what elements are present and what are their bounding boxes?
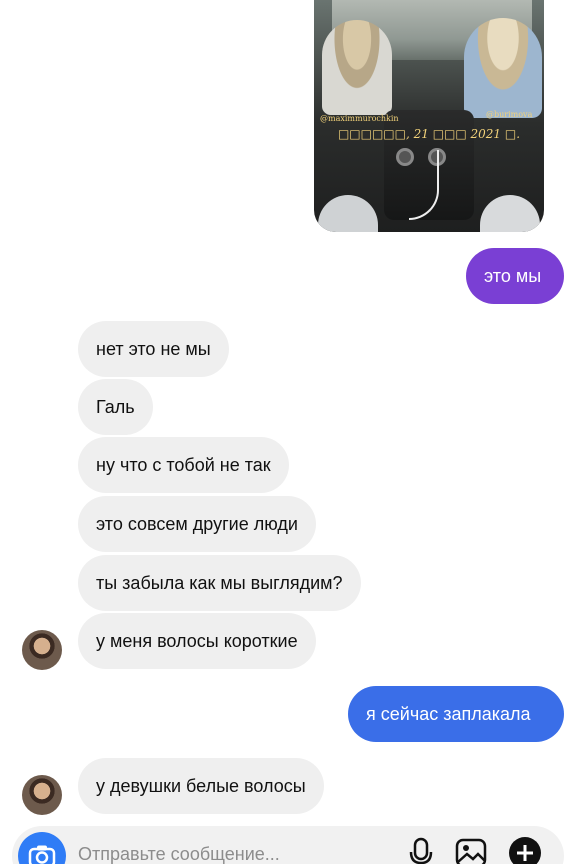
message-incoming[interactable]: нет это не мы bbox=[78, 321, 229, 377]
message-incoming[interactable]: Галь bbox=[78, 379, 153, 435]
photo-seat-left bbox=[318, 195, 378, 232]
camera-button[interactable] bbox=[18, 832, 66, 864]
message-outgoing[interactable]: я сейчас заплакала bbox=[348, 686, 564, 742]
message-input[interactable] bbox=[78, 844, 378, 864]
message-outgoing[interactable]: это мы bbox=[466, 248, 564, 304]
camera-icon bbox=[28, 845, 56, 864]
message-composer bbox=[12, 826, 564, 864]
photo-date: □□□□□□, 21 □□□ 2021 □. bbox=[337, 127, 521, 141]
photo-handle-right: @burimova bbox=[486, 110, 533, 119]
photo-person-right bbox=[464, 18, 542, 118]
microphone-icon[interactable] bbox=[404, 836, 438, 864]
message-incoming[interactable]: у девушки белые волосы bbox=[78, 758, 324, 814]
gallery-icon[interactable] bbox=[454, 836, 488, 864]
photo-person-left bbox=[322, 20, 392, 115]
avatar[interactable] bbox=[22, 630, 62, 670]
avatar[interactable] bbox=[22, 775, 62, 815]
photo-handle-left: @maximmurochkin bbox=[320, 114, 399, 123]
chat-screen: @maximmurochkin @burimova □□□□□□, 21 □□□… bbox=[0, 0, 576, 864]
message-incoming[interactable]: у меня волосы короткие bbox=[78, 613, 316, 669]
message-incoming[interactable]: это совсем другие люди bbox=[78, 496, 316, 552]
plus-icon[interactable] bbox=[508, 836, 542, 864]
message-incoming[interactable]: ну что с тобой не так bbox=[78, 437, 289, 493]
photo-seat-right bbox=[480, 195, 540, 232]
shared-photo[interactable]: @maximmurochkin @burimova □□□□□□, 21 □□□… bbox=[314, 0, 544, 232]
message-incoming[interactable]: ты забыла как мы выглядим? bbox=[78, 555, 361, 611]
